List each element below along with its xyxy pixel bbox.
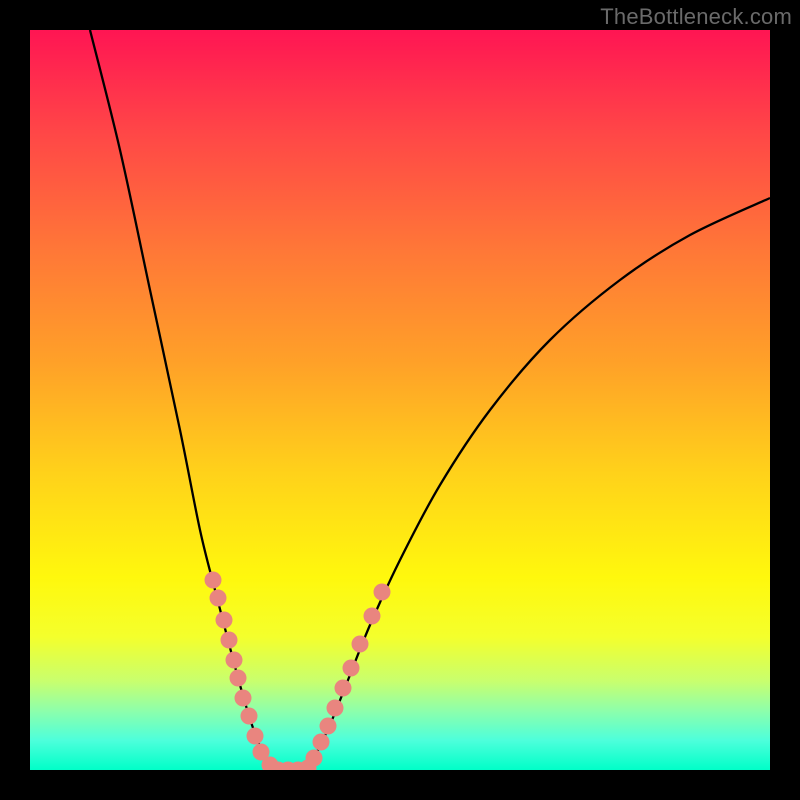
- curve-right: [306, 198, 770, 770]
- data-dot: [343, 660, 360, 677]
- data-dot: [364, 608, 381, 625]
- data-dot: [352, 636, 369, 653]
- data-dot: [247, 728, 264, 745]
- data-dot: [313, 734, 330, 751]
- data-dot: [226, 652, 243, 669]
- data-dots: [205, 572, 391, 771]
- curve-svg: [30, 30, 770, 770]
- data-dot: [335, 680, 352, 697]
- data-dot: [210, 590, 227, 607]
- curve-left: [90, 30, 276, 770]
- data-dot: [221, 632, 238, 649]
- plot-area: [30, 30, 770, 770]
- data-dot: [230, 670, 247, 687]
- chart-frame: TheBottleneck.com: [0, 0, 800, 800]
- data-dot: [374, 584, 391, 601]
- data-dot: [235, 690, 252, 707]
- data-dot: [306, 750, 323, 767]
- data-dot: [327, 700, 344, 717]
- data-dot: [241, 708, 258, 725]
- watermark-text: TheBottleneck.com: [600, 4, 792, 30]
- data-dot: [216, 612, 233, 629]
- data-dot: [320, 718, 337, 735]
- data-dot: [205, 572, 222, 589]
